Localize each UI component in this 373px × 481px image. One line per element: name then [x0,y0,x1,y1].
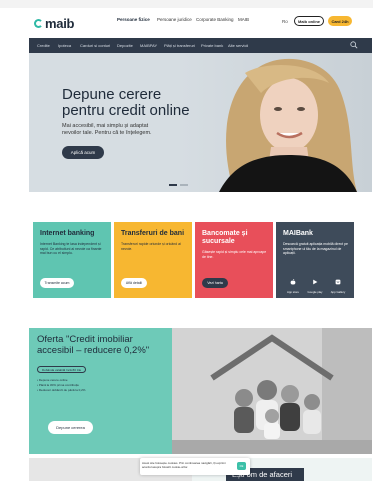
maib-logo[interactable]: maib [34,16,74,31]
internet-banking-button[interactable]: Transmite acum [40,278,74,288]
app-gallery-icon [335,279,341,285]
offer-validity-badge: Dobânda valabilă încă 80 zile [37,366,87,373]
card-order-button[interactable]: Card 24h [328,16,352,26]
hero-carousel-dots[interactable] [169,184,188,186]
subnav-item-alte-servicii[interactable]: Alte servicii [228,43,248,48]
google-play-icon [313,279,318,285]
cookie-accept-button[interactable]: Ok [237,462,246,470]
logo-mark-icon [34,18,43,28]
card-description: Transferuri rapide oriunde și oricând ai… [121,242,181,251]
app-store-link[interactable]: App store [283,272,303,294]
online-login-button[interactable]: Maib online [294,16,324,26]
app-gallery-link[interactable]: App Gallery [327,272,349,294]
apple-icon [290,279,296,285]
offer-bullet-list: • Depune cerere online • Până la 30% pri… [37,378,147,393]
subnav-item-credite[interactable]: Credite [37,43,50,48]
cookie-banner: Acest site folosește cookies. Prin conti… [140,458,250,475]
nav-item-maib[interactable]: MAIB [238,17,249,22]
card-description: Descarcă gratuit aplicația mobilă direct… [283,242,348,255]
hero-woman-photo [179,53,372,192]
offer-title: Oferta "Credit imobiliar accesibil – red… [37,334,150,356]
card-title: Transferuri de bani [121,230,185,237]
family-house-photo [172,328,372,454]
card-description: Internet Banking te lasa independent și … [40,242,102,255]
card-title: MAIBank [283,230,313,237]
subnav-item-carduri[interactable]: Carduri si conturi [80,43,110,48]
offer-bullet: • Reduceri dobânzii de până la 0,2% [37,388,86,392]
card-internet-banking[interactable]: Internet banking Internet Banking te las… [33,222,111,298]
view-map-button[interactable]: Vezi harta [202,278,228,288]
card-title: Bancomate și sucursale [202,230,248,245]
subnav-item-maibpay[interactable]: MAIBPAY [140,43,157,48]
google-play-link[interactable]: Google play [305,272,325,294]
app-store-links: App store Google play App Gallery [283,272,349,294]
card-money-transfers[interactable]: Transferuri de bani Transferuri rapide o… [114,222,192,298]
site-header: maib Persoane fizice Persoane juridice C… [0,8,373,38]
nav-item-persoane-fizice[interactable]: Persoane fizice [117,17,150,22]
subnav-item-ipoteca[interactable]: Ipoteca [58,43,71,48]
nav-item-corporate-banking[interactable]: Corporate Banking [196,17,234,22]
hero-title: Depune cerere pentru credit online [62,86,190,119]
search-icon[interactable] [350,41,358,49]
card-atms-branches[interactable]: Bancomate și sucursale Găsește rapid și … [195,222,273,298]
nav-item-persoane-juridice[interactable]: Persoane juridice [157,17,192,22]
subnav-item-depozite[interactable]: Depozite [117,43,133,48]
submit-application-button[interactable]: Depune cererea [48,421,93,434]
hero-banner: Depune cerere pentru credit online Mai a… [29,53,372,192]
transfers-details-button[interactable]: Află detalii [121,278,147,288]
category-navbar: Credite Ipoteca Carduri si conturi Depoz… [29,38,372,53]
subnav-item-plati[interactable]: Plăți și transferuri [164,43,195,48]
subnav-item-private-bank[interactable]: Private bank [201,43,223,48]
hero-subtitle: Mai accesibil, mai simplu și adaptat nev… [62,123,152,136]
card-title: Internet banking [40,230,95,237]
top-strip [0,0,373,8]
apply-now-button[interactable]: Aplică acum [62,146,104,159]
card-description: Găsește rapid și simplu cele mai aproape… [202,250,267,259]
family-photo [172,328,372,454]
language-switch[interactable]: Ro [282,19,288,24]
card-maibank-app[interactable]: MAIBank Descarcă gratuit aplicația mobil… [276,222,354,298]
cookie-text: Acest site folosește cookies. Prin conti… [142,461,226,470]
